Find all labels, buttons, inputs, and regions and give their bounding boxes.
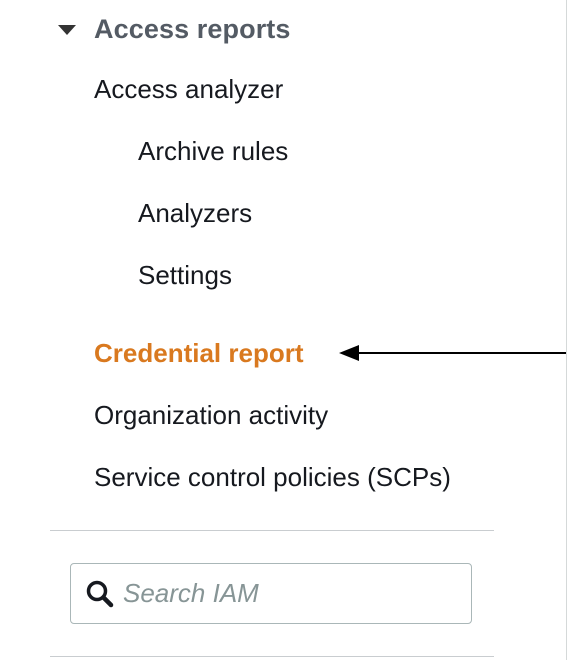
nav-item-access-analyzer[interactable]: Access analyzer (94, 72, 283, 106)
nav-item-credential-report[interactable]: Credential report (94, 336, 304, 370)
access-reports-section-toggle[interactable]: Access reports (58, 12, 291, 46)
nav-item-settings[interactable]: Settings (138, 258, 232, 292)
nav-item-service-control-policies[interactable]: Service control policies (SCPs) (94, 460, 451, 494)
sidebar-right-border (566, 0, 567, 660)
nav-item-archive-rules[interactable]: Archive rules (138, 134, 288, 168)
search-box[interactable] (70, 563, 472, 624)
annotation-arrow-line (350, 352, 566, 354)
search-input[interactable] (123, 578, 443, 609)
divider-top (50, 530, 494, 531)
section-title: Access reports (94, 13, 291, 44)
nav-item-analyzers[interactable]: Analyzers (138, 196, 252, 230)
divider-bottom (50, 656, 494, 657)
nav-item-organization-activity[interactable]: Organization activity (94, 398, 328, 432)
caret-down-icon (58, 25, 76, 35)
search-icon (83, 577, 117, 611)
